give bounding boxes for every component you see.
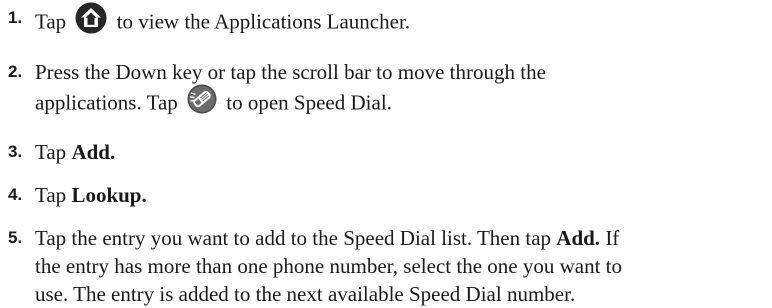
step-text-line: the entry has more than one phone number… (35, 254, 622, 278)
button-name-add: Add. (556, 226, 601, 250)
step-text: Tap Lookup. (35, 181, 768, 209)
step-text-part: Tap (35, 9, 67, 34)
step-text-part: If (605, 226, 620, 250)
step-number: 5. (8, 228, 23, 247)
instruction-steps: 1. Tap to view the Applications Launcher… (8, 2, 768, 308)
speed-dial-phone-icon (187, 84, 217, 121)
step-number: 4. (8, 185, 23, 204)
step-number: 1. (8, 8, 23, 27)
step-text-line: use. The entry is added to the next avai… (35, 282, 576, 306)
step-4: 4. Tap Lookup. (8, 181, 768, 209)
step-text-part: to open Speed Dial. (226, 90, 392, 115)
step-1: 1. Tap to view the Applications Launcher… (8, 2, 768, 43)
step-text: Press the Down key or tap the scroll bar… (35, 58, 768, 123)
step-text-part: Tap (35, 183, 67, 207)
step-text-part: to view the Applications Launcher. (116, 9, 411, 34)
step-2: 2. Press the Down key or tap the scroll … (8, 58, 768, 123)
step-text-part: Tap the entry you want to add to the Spe… (35, 226, 552, 250)
step-text: Tap the entry you want to add to the Spe… (35, 224, 768, 308)
step-text: Tap to view the Applications Launcher. (35, 2, 768, 43)
home-icon (75, 2, 107, 41)
step-3: 3. Tap Add. (8, 138, 768, 166)
button-name-lookup: Lookup. (71, 183, 147, 207)
step-text-part: Tap (35, 140, 67, 164)
step-number: 3. (8, 142, 23, 161)
step-text-part: applications. Tap (35, 90, 178, 115)
step-5: 5. Tap the entry you want to add to the … (8, 224, 768, 308)
step-number: 2. (8, 62, 23, 81)
button-name-add: Add. (71, 140, 116, 164)
step-text: Tap Add. (35, 138, 768, 166)
step-text-line: Press the Down key or tap the scroll bar… (35, 60, 546, 84)
